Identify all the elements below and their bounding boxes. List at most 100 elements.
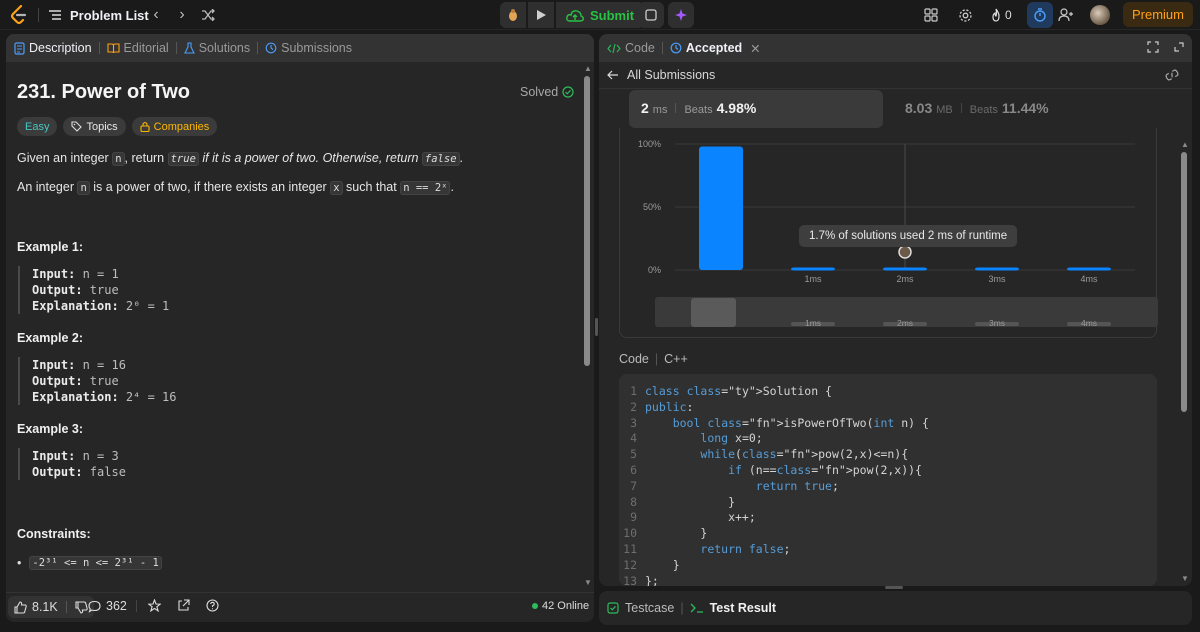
panel-resize-handle[interactable] (595, 318, 598, 336)
tab-description[interactable]: Description (14, 34, 92, 62)
code-text: public: (645, 399, 694, 414)
tab-code[interactable]: Code (607, 34, 655, 62)
example-output: false (82, 465, 126, 479)
code-text: } (645, 526, 708, 541)
tab-divider (661, 42, 663, 54)
chart-bar (699, 146, 743, 270)
scroll-up-icon[interactable]: ▲ (1181, 140, 1189, 149)
range-selector-handle (691, 298, 736, 327)
thumbs-down-icon[interactable] (75, 600, 88, 614)
tab-testcase[interactable]: Testcase (625, 601, 674, 615)
run-submit-group: Submit (500, 2, 645, 28)
tab-divider (257, 42, 259, 54)
companies-badge[interactable]: Companies (131, 117, 218, 136)
favorite-button[interactable] (148, 599, 161, 612)
lock-icon (140, 121, 150, 132)
code-icon (607, 43, 621, 54)
timer-button[interactable] (1027, 2, 1053, 28)
terminal-icon (690, 602, 704, 614)
code-line: 7 return true; (619, 479, 839, 495)
problem-list-button[interactable]: Problem List (48, 5, 149, 25)
tag-icon (71, 121, 83, 132)
statement-text: such that (342, 180, 401, 194)
scroll-down-icon[interactable]: ▼ (1181, 574, 1189, 583)
like-button[interactable]: 8.1K (8, 596, 94, 618)
comment-count: 362 (106, 599, 127, 613)
shuffle-icon[interactable] (198, 5, 218, 25)
topics-badge[interactable]: Topics (63, 117, 126, 136)
add-user-icon (1058, 8, 1074, 22)
avatar[interactable] (1090, 5, 1110, 25)
y-tick-label: 50% (643, 202, 661, 212)
tab-test-result[interactable]: Test Result (710, 601, 776, 615)
submission-scrollbar[interactable] (1181, 152, 1187, 412)
x-tick-label: 4ms (1080, 274, 1098, 284)
leetcode-logo-icon[interactable] (8, 4, 30, 26)
runtime-tooltip: 1.7% of solutions used 2 ms of runtime (799, 225, 1018, 247)
code-label: Code (619, 352, 649, 366)
share-button[interactable] (177, 599, 190, 612)
scroll-up-icon[interactable]: ▲ (584, 64, 592, 73)
collapse-icon[interactable] (1173, 41, 1185, 53)
constraint-item: • -2³¹ <= n <= 2³¹ - 1 (17, 556, 162, 570)
statement-text: if it is a power of two. Otherwise, retu… (198, 151, 422, 165)
difficulty-badge[interactable]: Easy (17, 117, 58, 136)
back-arrow-icon[interactable] (607, 70, 619, 80)
memory-stat[interactable]: 8.03 MB Beats 11.44% (905, 100, 1049, 116)
gear-icon (958, 8, 973, 23)
footer-divider (6, 592, 594, 593)
notes-button[interactable] (638, 2, 664, 28)
all-submissions-link[interactable]: All Submissions (627, 68, 715, 82)
example-output-label: Output: (32, 283, 83, 297)
line-number: 2 (630, 399, 637, 414)
streak-counter[interactable]: 0 (990, 4, 1012, 26)
layout-button[interactable] (924, 4, 938, 26)
help-button[interactable] (206, 599, 219, 612)
like-divider (65, 601, 67, 613)
run-button[interactable] (528, 2, 554, 28)
runtime-stat: 2 ms Beats 4.98% (641, 100, 756, 116)
code-text: }; (645, 573, 659, 586)
runtime-unit: ms (652, 104, 668, 116)
stopwatch-icon (1033, 8, 1047, 22)
note-icon (645, 9, 657, 21)
code-text: } (645, 557, 680, 572)
y-tick-label: 0% (648, 265, 661, 275)
comments-button[interactable]: 362 (88, 599, 127, 613)
example-title: Example 1: (17, 240, 84, 254)
code-line: 10 } (619, 526, 707, 542)
tab-solutions[interactable]: Solutions (183, 34, 250, 62)
code-viewer[interactable]: 1 class class="ty">Solution {2 public: 3 bo… (619, 374, 1157, 586)
stat-divider (960, 103, 962, 113)
fire-count: 0 (1005, 8, 1012, 22)
testcase-panel: Testcase | Test Result (599, 591, 1192, 625)
link-icon[interactable] (1165, 69, 1179, 81)
range-tick-label: 3ms (989, 318, 1005, 328)
ai-assist-button[interactable] (668, 2, 694, 28)
premium-button[interactable]: Premium (1123, 2, 1193, 27)
topbar-divider (38, 8, 39, 22)
maximize-icon[interactable] (1147, 41, 1159, 53)
memory-unit: MB (936, 104, 953, 116)
code-line: 6 if (n==class="fn">pow(2,x)){ (619, 463, 922, 479)
tab-editorial-label: Editorial (123, 41, 169, 55)
comment-icon (88, 600, 101, 613)
bottom-resize-handle[interactable] (885, 586, 903, 589)
close-tab-icon[interactable]: ✕ (750, 41, 760, 56)
tab-editorial[interactable]: Editorial (106, 34, 169, 62)
submit-button[interactable]: Submit (556, 2, 645, 28)
runtime-value: 2 (641, 100, 649, 116)
prev-problem-icon[interactable]: ‹ (146, 5, 166, 25)
tab-accepted[interactable]: Accepted ✕ (670, 34, 761, 62)
example-input: n = 16 (75, 358, 126, 372)
tab-submissions[interactable]: Submissions (265, 34, 352, 62)
add-friend-button[interactable] (1058, 4, 1074, 26)
description-scrollbar[interactable] (584, 76, 590, 366)
next-problem-icon[interactable]: › (172, 5, 192, 25)
settings-button[interactable] (958, 4, 973, 26)
debug-button[interactable] (500, 2, 526, 28)
scroll-down-icon[interactable]: ▼ (584, 578, 592, 587)
code-line: 1 class class="ty">Solution { (619, 384, 832, 400)
tab-divider: | (680, 601, 684, 615)
constraints-title: Constraints: (17, 527, 91, 541)
